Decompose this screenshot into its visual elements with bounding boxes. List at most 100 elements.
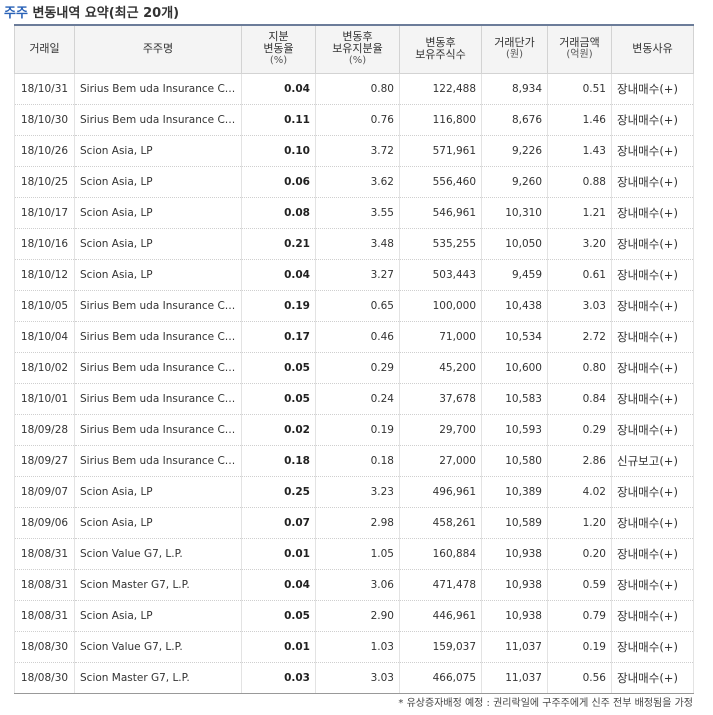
- header-after-shares: 변동후 보유주식수: [399, 24, 482, 74]
- section-title-accent: 주주: [4, 6, 28, 21]
- cell-shares: 571,961: [399, 135, 482, 167]
- cell-shares: 122,488: [399, 73, 482, 105]
- cell-reason: 신규보고(+): [611, 445, 694, 477]
- cell-amount: 0.51: [547, 73, 612, 105]
- cell-change: 0.19: [241, 290, 316, 322]
- cell-date: 18/09/28: [14, 414, 75, 446]
- cell-holder: Scion Asia, LP: [74, 507, 242, 539]
- cell-reason: 장내매수(+): [611, 259, 694, 291]
- cell-amount: 3.20: [547, 228, 612, 260]
- cell-holder: Sirius Bem uda Insurance Company: [74, 73, 242, 105]
- cell-reason: 장내매수(+): [611, 569, 694, 601]
- header-reason: 변동사유: [611, 24, 694, 74]
- cell-change: 0.21: [241, 228, 316, 260]
- cell-date: 18/10/16: [14, 228, 75, 260]
- cell-ratio: 3.23: [315, 476, 400, 508]
- cell-date: 18/10/12: [14, 259, 75, 291]
- cell-date: 18/10/25: [14, 166, 75, 198]
- cell-ratio: 3.03: [315, 662, 400, 694]
- table-row: 18/10/30Sirius Bem uda Insurance Company…: [14, 104, 694, 136]
- cell-date: 18/09/07: [14, 476, 75, 508]
- cell-shares: 160,884: [399, 538, 482, 570]
- cell-amount: 0.84: [547, 383, 612, 415]
- cell-holder: Sirius Bem uda Insurance Company: [74, 352, 242, 384]
- section-title-text: 변동내역 요약(최근 20개): [27, 6, 180, 21]
- cell-shares: 546,961: [399, 197, 482, 229]
- cell-change: 0.06: [241, 166, 316, 198]
- section-title: 주주 변동내역 요약(최근 20개): [4, 2, 180, 21]
- cell-reason: 장내매수(+): [611, 507, 694, 539]
- cell-ratio: 3.27: [315, 259, 400, 291]
- table-row: 18/10/05Sirius Bem uda Insurance Company…: [14, 290, 694, 322]
- cell-shares: 556,460: [399, 166, 482, 198]
- cell-reason: 장내매수(+): [611, 352, 694, 384]
- cell-shares: 71,000: [399, 321, 482, 353]
- cell-change: 0.17: [241, 321, 316, 353]
- cell-shares: 37,678: [399, 383, 482, 415]
- cell-reason: 장내매수(+): [611, 166, 694, 198]
- cell-price: 9,226: [481, 135, 548, 167]
- cell-holder: Scion Master G7, L.P.: [74, 569, 242, 601]
- cell-holder: Sirius Bem uda Insurance Company: [74, 104, 242, 136]
- cell-shares: 503,443: [399, 259, 482, 291]
- cell-price: 10,534: [481, 321, 548, 353]
- cell-shares: 458,261: [399, 507, 482, 539]
- cell-price: 10,938: [481, 600, 548, 632]
- cell-reason: 장내매수(+): [611, 135, 694, 167]
- cell-price: 10,310: [481, 197, 548, 229]
- cell-price: 10,589: [481, 507, 548, 539]
- cell-amount: 1.20: [547, 507, 612, 539]
- cell-date: 18/10/26: [14, 135, 75, 167]
- cell-reason: 장내매수(+): [611, 414, 694, 446]
- cell-holder: Scion Value G7, L.P.: [74, 631, 242, 663]
- cell-amount: 0.61: [547, 259, 612, 291]
- cell-ratio: 0.76: [315, 104, 400, 136]
- cell-change: 0.02: [241, 414, 316, 446]
- header-holder: 주주명: [74, 24, 242, 74]
- table-row: 18/09/28Sirius Bem uda Insurance Company…: [14, 414, 694, 446]
- cell-change: 0.04: [241, 73, 316, 105]
- table-row: 18/10/26 Scion Asia, LP 0.10 3.72 571,961 9,2…: [14, 135, 694, 167]
- cell-ratio: 2.98: [315, 507, 400, 539]
- cell-change: 0.10: [241, 135, 316, 167]
- cell-reason: 장내매수(+): [611, 321, 694, 353]
- cell-price: 10,583: [481, 383, 548, 415]
- cell-ratio: 3.62: [315, 166, 400, 198]
- cell-reason: 장내매수(+): [611, 600, 694, 632]
- cell-ratio: 0.19: [315, 414, 400, 446]
- cell-change: 0.08: [241, 197, 316, 229]
- cell-holder: Sirius Bem uda Insurance Company: [74, 414, 242, 446]
- header-after-ratio: 변동후 보유지분율 (%): [315, 24, 400, 74]
- cell-amount: 0.80: [547, 352, 612, 384]
- cell-holder: Sirius Bem uda Insurance Company: [74, 290, 242, 322]
- cell-date: 18/10/31: [14, 73, 75, 105]
- cell-price: 10,580: [481, 445, 548, 477]
- cell-ratio: 3.72: [315, 135, 400, 167]
- cell-holder: Scion Asia, LP: [74, 476, 242, 508]
- cell-price: 10,438: [481, 290, 548, 322]
- cell-amount: 0.88: [547, 166, 612, 198]
- shareholder-changes-table: 거래일 주주명 지분 변동율 (%) 변동후 보유지분율 (%) 변동후 보유주식수 거래…: [14, 24, 694, 694]
- header-date: 거래일: [14, 24, 75, 74]
- cell-change: 0.25: [241, 476, 316, 508]
- cell-change: 0.11: [241, 104, 316, 136]
- header-price: 거래단가 (원): [481, 24, 548, 74]
- cell-date: 18/10/04: [14, 321, 75, 353]
- cell-reason: 장내매수(+): [611, 104, 694, 136]
- cell-date: 18/10/17: [14, 197, 75, 229]
- cell-ratio: 3.48: [315, 228, 400, 260]
- cell-holder: Scion Asia, LP: [74, 600, 242, 632]
- table-row: 18/08/31 Scion Value G7, L.P. 0.01 1.05 160,…: [14, 538, 694, 570]
- cell-price: 10,938: [481, 569, 548, 601]
- cell-amount: 0.20: [547, 538, 612, 570]
- cell-date: 18/10/02: [14, 352, 75, 384]
- cell-reason: 장내매수(+): [611, 538, 694, 570]
- cell-price: 10,050: [481, 228, 548, 260]
- cell-ratio: 1.03: [315, 631, 400, 663]
- cell-shares: 100,000: [399, 290, 482, 322]
- cell-change: 0.01: [241, 631, 316, 663]
- table-row: 18/09/06 Scion Asia, LP 0.07 2.98 458,261 10,…: [14, 507, 694, 539]
- cell-shares: 159,037: [399, 631, 482, 663]
- cell-change: 0.04: [241, 569, 316, 601]
- cell-holder: Scion Master G7, L.P.: [74, 662, 242, 694]
